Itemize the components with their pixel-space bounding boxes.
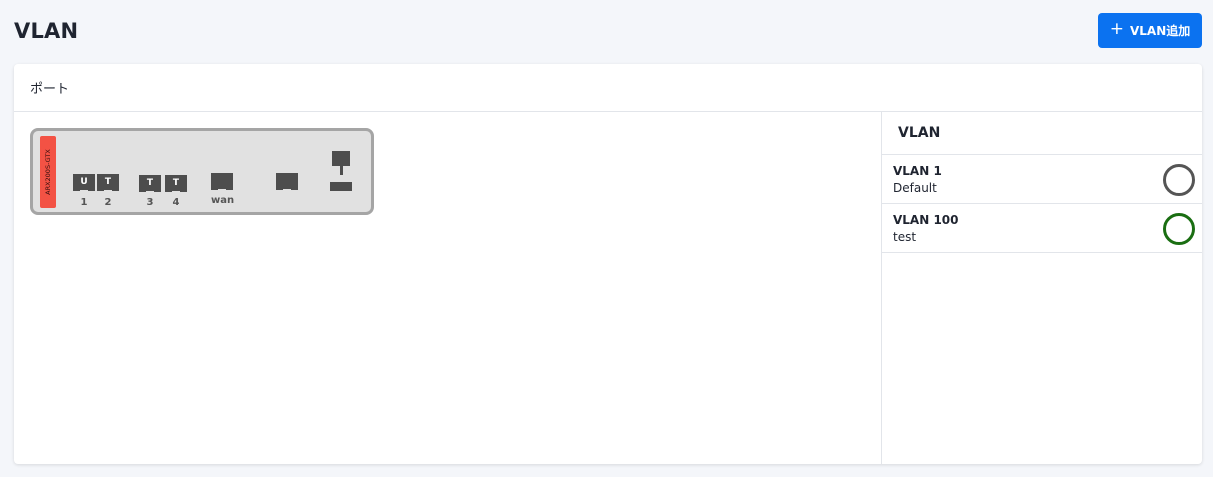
add-vlan-label: VLAN追加 — [1129, 24, 1191, 38]
vlan-color-circle-icon[interactable] — [1163, 164, 1195, 196]
port-extra[interactable] — [276, 173, 298, 191]
plus-icon: + — [1109, 19, 1124, 39]
port-2[interactable]: T — [97, 174, 119, 192]
usb-port[interactable] — [330, 182, 352, 191]
port-2-number: 2 — [104, 197, 112, 208]
vlan-name: VLAN 1 — [893, 164, 942, 178]
model-name: ARX200S-GTX — [44, 149, 52, 195]
vlan-panel: VLAN VLAN 1 Default VLAN 100 test — [881, 112, 1202, 464]
add-vlan-button[interactable]: + VLAN追加 — [1098, 13, 1202, 48]
vlan-list-item[interactable]: VLAN 100 test — [882, 204, 1202, 253]
port-1-tag: U — [80, 177, 88, 187]
page-title: VLAN — [14, 19, 79, 43]
card-body: ARX200S-GTX U 1 T 2 T 3 T 4 wan VLAN VLA… — [14, 112, 1202, 464]
port-area: ARX200S-GTX U 1 T 2 T 3 T 4 wan — [14, 112, 881, 464]
port-3-tag: T — [146, 178, 154, 188]
port-card: ポート ARX200S-GTX U 1 T 2 T 3 T 4 wan VLAN… — [14, 64, 1202, 464]
port-4-number: 4 — [172, 197, 180, 208]
port-3[interactable]: T — [139, 175, 161, 193]
port-3-number: 3 — [146, 197, 154, 208]
device-panel: ARX200S-GTX U 1 T 2 T 3 T 4 wan — [30, 128, 374, 215]
port-1-number: 1 — [80, 197, 88, 208]
model-label-strip: ARX200S-GTX — [40, 136, 56, 208]
vlan-panel-title: VLAN — [882, 112, 1202, 155]
vlan-description: test — [893, 230, 917, 244]
vlan-description: Default — [893, 181, 937, 195]
port-wan[interactable] — [211, 173, 233, 191]
port-2-tag: T — [104, 177, 112, 187]
vlan-list-item[interactable]: VLAN 1 Default — [882, 155, 1202, 204]
console-port-stem — [340, 166, 343, 175]
port-4[interactable]: T — [165, 175, 187, 193]
port-1[interactable]: U — [73, 174, 95, 192]
vlan-color-circle-icon[interactable] — [1163, 213, 1195, 245]
port-4-tag: T — [172, 178, 180, 188]
console-port[interactable] — [332, 151, 350, 166]
port-wan-number: wan — [211, 195, 235, 206]
card-title: ポート — [14, 64, 1202, 112]
vlan-name: VLAN 100 — [893, 213, 959, 227]
